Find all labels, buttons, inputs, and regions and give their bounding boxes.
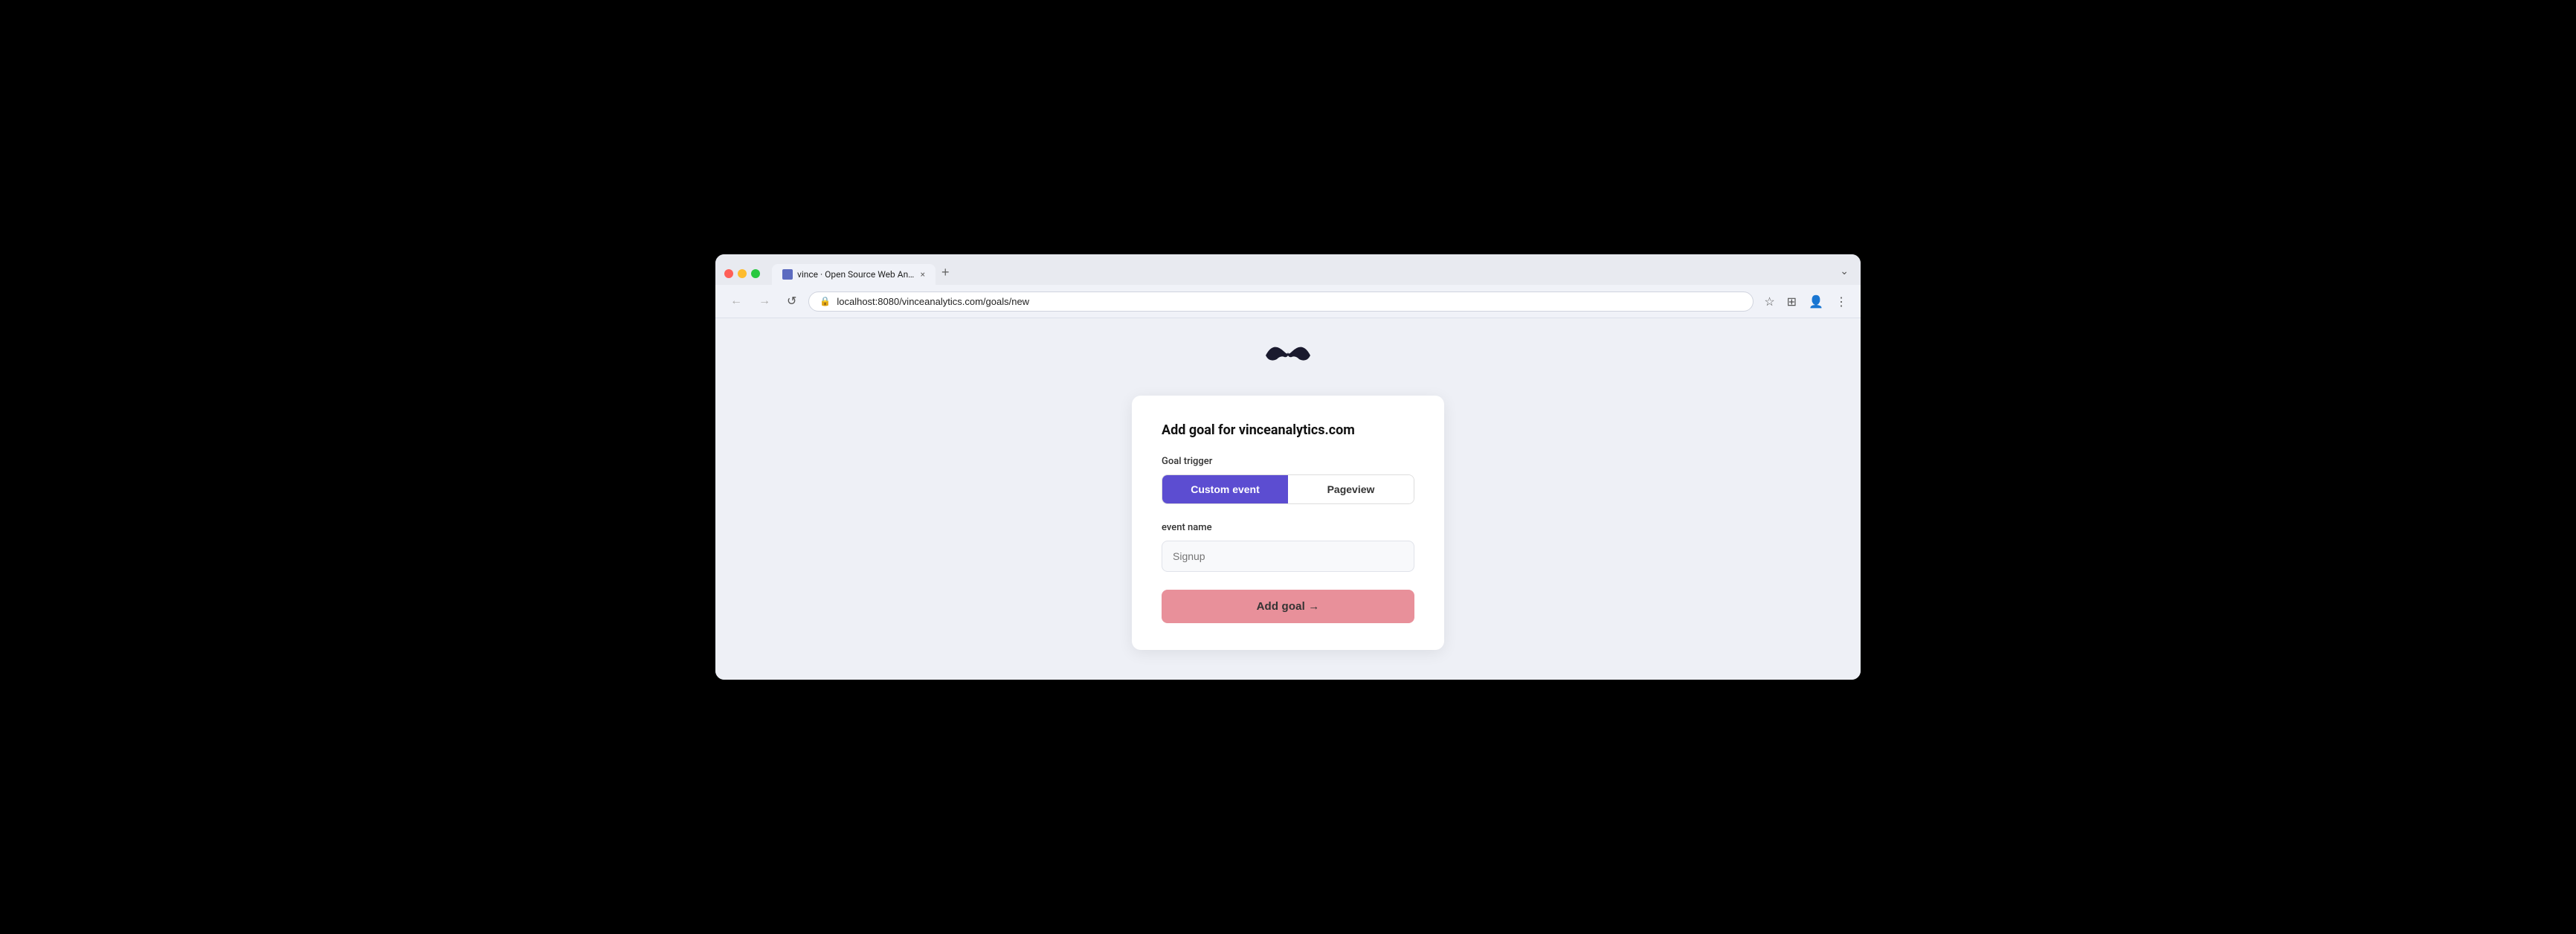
add-goal-button[interactable]: Add goal →	[1162, 590, 1414, 623]
event-name-input[interactable]	[1162, 541, 1414, 572]
extensions-icon[interactable]: ⊞	[1784, 292, 1800, 312]
dropdown-icon[interactable]: ⌄	[1837, 263, 1852, 280]
url-input[interactable]	[837, 296, 1742, 307]
tab-bar: vince · Open Source Web Ana… × +	[772, 262, 1831, 285]
bookmark-icon[interactable]: ☆	[1761, 292, 1777, 312]
browser-window: vince · Open Source Web Ana… × + ⌄ ← → ↺…	[715, 254, 1861, 680]
pageview-button[interactable]: Pageview	[1288, 475, 1414, 503]
goal-trigger-label: Goal trigger	[1162, 456, 1414, 467]
site-logo	[1258, 333, 1318, 370]
tab-favicon-icon	[782, 269, 793, 280]
traffic-lights	[724, 269, 760, 278]
close-button[interactable]	[724, 269, 733, 278]
minimize-button[interactable]	[738, 269, 747, 278]
nav-actions: ☆ ⊞ 👤 ⋮	[1761, 292, 1850, 312]
logo-area	[1258, 333, 1318, 373]
page-content: Add goal for vinceanalytics.com Goal tri…	[715, 318, 1861, 680]
lock-icon: 🔒	[820, 296, 831, 306]
title-bar: vince · Open Source Web Ana… × + ⌄	[715, 254, 1861, 285]
forward-button[interactable]: →	[754, 292, 775, 311]
new-tab-button[interactable]: +	[936, 262, 956, 283]
nav-bar: ← → ↺ 🔒 ☆ ⊞ 👤 ⋮	[715, 285, 1861, 318]
tab-close-icon[interactable]: ×	[921, 269, 925, 280]
modal-title: Add goal for vinceanalytics.com	[1162, 422, 1414, 438]
maximize-button[interactable]	[751, 269, 760, 278]
back-button[interactable]: ←	[726, 292, 747, 311]
profile-icon[interactable]: 👤	[1806, 292, 1826, 312]
goal-trigger-toggle: Custom event Pageview	[1162, 474, 1414, 504]
event-name-label: event name	[1162, 522, 1414, 533]
title-bar-right: ⌄	[1837, 263, 1852, 285]
reload-button[interactable]: ↺	[782, 291, 801, 312]
tab-title: vince · Open Source Web Ana…	[797, 269, 916, 280]
address-bar[interactable]: 🔒	[808, 292, 1754, 312]
modal-card: Add goal for vinceanalytics.com Goal tri…	[1132, 396, 1444, 650]
menu-icon[interactable]: ⋮	[1832, 292, 1850, 312]
custom-event-button[interactable]: Custom event	[1162, 475, 1288, 503]
active-tab[interactable]: vince · Open Source Web Ana… ×	[772, 264, 936, 285]
